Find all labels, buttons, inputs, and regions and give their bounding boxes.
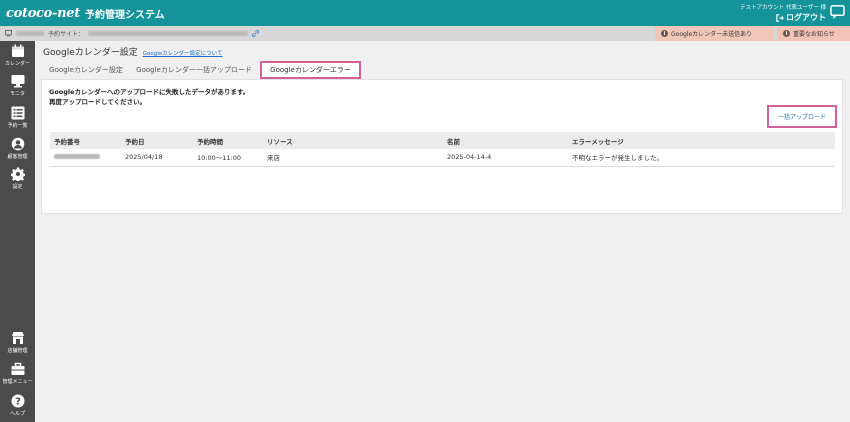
- sidebar: カレンダー モニタ 予約一覧 顧客管理 設定 店舗管理 管理メニュー ? ヘルプ: [0, 41, 35, 422]
- info-icon: i: [783, 30, 790, 37]
- page-header: Googleカレンダー設定 Googleカレンダー設定について: [43, 45, 222, 58]
- error-panel: Googleカレンダーへのアップロードに失敗したデータがあります。 再度アップロ…: [41, 79, 843, 214]
- col-header-reservation-no: 予約番号: [50, 132, 121, 149]
- message-line-2: 再度アップロードしてください。: [49, 98, 147, 106]
- logout-icon: [776, 13, 784, 22]
- sidebar-item-calendar[interactable]: カレンダー: [0, 44, 35, 72]
- toolbox-icon: [11, 362, 24, 375]
- table-row: 2025/04/18 10:00～11:00 来店 2025-04-14-4 不…: [50, 149, 835, 167]
- tab-calendar-settings[interactable]: Googleカレンダー設定: [41, 61, 131, 79]
- sidebar-item-label: 設定: [12, 184, 23, 190]
- monitor-icon: [11, 75, 24, 88]
- sidebar-item-reservations[interactable]: 予約一覧: [0, 106, 35, 134]
- redacted-site-url: [88, 31, 249, 36]
- info-icon: i: [661, 30, 668, 37]
- cell-name: 2025-04-14-4: [443, 149, 568, 167]
- logo-text: cotoco-net: [6, 5, 80, 21]
- sub-header: 予約サイト： i Googleカレンダー未送信あり i 重要なお知らせ: [0, 26, 850, 41]
- account-name: テストアカウント 代表ユーザー 様: [740, 5, 826, 11]
- sidebar-item-label: 顧客管理: [7, 154, 28, 160]
- sidebar-item-store[interactable]: 店舗管理: [0, 331, 35, 359]
- sidebar-item-admin[interactable]: 管理メニュー: [0, 362, 35, 390]
- sidebar-item-label: カレンダー: [4, 61, 30, 67]
- cell-date: 2025/04/18: [121, 149, 193, 167]
- sidebar-item-help[interactable]: ? ヘルプ: [0, 394, 35, 422]
- sidebar-item-customers[interactable]: 顧客管理: [0, 137, 35, 165]
- redacted-reservation-no: [54, 154, 100, 160]
- col-header-error: エラーメッセージ: [568, 132, 835, 149]
- list-icon: [11, 106, 24, 120]
- site-info: 予約サイト：: [5, 28, 259, 39]
- help-link[interactable]: Googleカレンダー設定について: [143, 49, 223, 57]
- tab-calendar-error[interactable]: Googleカレンダーエラー: [260, 61, 361, 79]
- sidebar-item-monitor[interactable]: モニタ: [0, 74, 35, 102]
- help-icon: ?: [11, 394, 24, 408]
- sidebar-item-label: 店舗管理: [7, 348, 28, 354]
- site-label: 予約サイト：: [48, 31, 85, 38]
- logout-button[interactable]: ログアウト: [776, 12, 826, 23]
- logout-label: ログアウト: [786, 13, 826, 22]
- table-header-row: 予約番号 予約日 予約時間 リソース 名前 エラーメッセージ: [50, 132, 835, 149]
- cell-reservation-no[interactable]: [50, 149, 121, 167]
- col-header-name: 名前: [443, 132, 568, 149]
- calendar-unsent-label: Googleカレンダー未送信あり: [671, 31, 753, 38]
- main-content: Googleカレンダー設定 Googleカレンダー設定について Googleカレ…: [35, 41, 850, 422]
- calendar-icon: [11, 44, 24, 57]
- bulk-upload-label: 一括アップロード: [777, 114, 826, 121]
- monitor-small-icon: [5, 30, 12, 37]
- sidebar-item-label: モニタ: [9, 91, 25, 97]
- col-header-time: 予約時間: [193, 132, 263, 149]
- error-message: Googleカレンダーへのアップロードに失敗したデータがあります。 再度アップロ…: [49, 87, 249, 107]
- col-header-resource: リソース: [263, 132, 443, 149]
- svg-text:?: ?: [15, 397, 21, 408]
- message-line-1: Googleカレンダーへのアップロードに失敗したデータがあります。: [49, 88, 250, 96]
- tab-bulk-upload[interactable]: Googleカレンダー一括アップロード: [132, 61, 256, 79]
- page-title: Googleカレンダー設定: [43, 48, 138, 58]
- important-notice-alert[interactable]: i 重要なお知らせ: [777, 26, 850, 41]
- redacted-shop-name: [16, 31, 44, 36]
- user-icon: [11, 137, 24, 151]
- store-icon: [11, 332, 24, 344]
- bulk-upload-button[interactable]: 一括アップロード: [767, 105, 837, 128]
- app-logo[interactable]: cotoco-net 予約管理システム: [6, 4, 165, 22]
- calendar-unsent-alert[interactable]: i Googleカレンダー未送信あり: [655, 26, 773, 41]
- notice-label: 重要なお知らせ: [793, 31, 835, 38]
- cell-error: 不明なエラーが発生しました。: [568, 149, 835, 167]
- link-icon[interactable]: [252, 30, 259, 37]
- sidebar-item-settings[interactable]: 設定: [0, 167, 35, 195]
- col-header-date: 予約日: [121, 132, 193, 149]
- sidebar-item-label: 管理メニュー: [2, 379, 33, 385]
- cell-time: 10:00～11:00: [193, 149, 263, 167]
- top-header: cotoco-net 予約管理システム テストアカウント 代表ユーザー 様 ログ…: [0, 0, 850, 26]
- sidebar-item-label: ヘルプ: [9, 411, 25, 417]
- error-table: 予約番号 予約日 予約時間 リソース 名前 エラーメッセージ 2025/04/1…: [50, 132, 835, 167]
- system-name: 予約管理システム: [84, 9, 165, 21]
- chat-icon[interactable]: [830, 5, 845, 19]
- gear-icon: [10, 167, 25, 181]
- sidebar-item-label: 予約一覧: [7, 123, 28, 129]
- cell-resource: 来店: [263, 149, 443, 167]
